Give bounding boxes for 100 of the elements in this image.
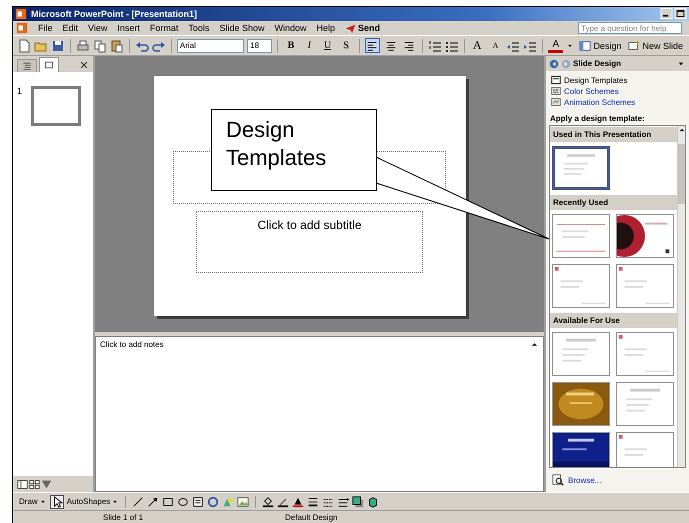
notes-pane[interactable]: Click to add notes xyxy=(95,336,544,492)
clip-art-icon[interactable] xyxy=(222,496,234,508)
menu-item[interactable]: Slide Show xyxy=(219,23,264,33)
template-thumbnail[interactable] xyxy=(552,332,610,376)
autoshapes-menu-button[interactable]: AutoShapes xyxy=(66,496,120,506)
new-file-icon[interactable] xyxy=(17,38,31,52)
align-right-icon xyxy=(402,40,415,52)
callout-label: Design Templates xyxy=(211,109,377,191)
section-label: Apply a design template: xyxy=(549,113,646,125)
align-left-button[interactable] xyxy=(364,38,380,53)
subtitle-prompt: Click to add subtitle xyxy=(257,218,362,234)
fill-color-icon[interactable] xyxy=(262,496,274,508)
printer-icon[interactable] xyxy=(76,38,90,52)
bold-button[interactable]: B xyxy=(283,38,299,53)
menu-item[interactable]: Tools xyxy=(188,23,210,33)
picture-icon[interactable] xyxy=(237,496,250,508)
design-icon xyxy=(579,40,592,52)
gallery-section-header: Recently Used xyxy=(550,194,677,210)
numbering-icon[interactable] xyxy=(428,38,442,52)
gallery-section-header: Used in This Presentation xyxy=(550,126,677,142)
window-title: Microsoft PowerPoint - [Presentation1] xyxy=(31,9,198,19)
menu-item[interactable]: File xyxy=(38,23,53,33)
minimize-icon[interactable] xyxy=(660,8,673,20)
template-thumbnail[interactable] xyxy=(552,264,610,308)
template-thumbnail[interactable] xyxy=(552,432,610,467)
oval-icon[interactable] xyxy=(177,496,190,508)
slide-thumbnail[interactable] xyxy=(31,86,81,126)
draw-menu-button[interactable]: Draw xyxy=(19,496,47,506)
slide-icon xyxy=(44,60,54,70)
notes-prompt: Click to add notes xyxy=(100,340,165,349)
underline-button[interactable]: U xyxy=(320,38,336,53)
arrow-icon[interactable] xyxy=(147,496,160,508)
browse-icon xyxy=(552,474,564,486)
color-scheme-icon xyxy=(551,86,561,96)
gallery-section-header: Available For Use xyxy=(550,312,677,328)
menu-item[interactable]: Window xyxy=(274,23,306,33)
subtitle-placeholder[interactable]: Click to add subtitle xyxy=(196,211,423,273)
outline-tab[interactable] xyxy=(17,59,37,72)
line-color-icon[interactable] xyxy=(277,496,290,508)
text-box-icon[interactable] xyxy=(192,496,204,508)
paste-icon[interactable] xyxy=(110,38,124,52)
status-slide-count: Slide 1 of 1 xyxy=(102,512,144,522)
select-objects-button[interactable] xyxy=(50,494,64,508)
menu-item[interactable]: Help xyxy=(316,23,335,33)
line-style-icon[interactable] xyxy=(307,496,320,508)
normal-view-icon[interactable] xyxy=(17,478,28,490)
template-thumbnail[interactable] xyxy=(616,432,674,467)
template-thumbnail[interactable] xyxy=(616,264,674,308)
send-button[interactable]: Send xyxy=(345,22,380,34)
menu-item[interactable]: Format xyxy=(150,23,178,33)
font-color-button[interactable]: A xyxy=(548,38,564,53)
task-pane-link[interactable]: Animation Schemes xyxy=(551,97,684,107)
outline-icon xyxy=(22,61,32,71)
rectangle-icon[interactable] xyxy=(162,496,174,508)
task-pane-link[interactable]: Design Templates xyxy=(551,75,684,85)
design-button[interactable]: Design xyxy=(577,38,624,53)
save-icon[interactable] xyxy=(51,38,65,52)
menu-item[interactable]: Edit xyxy=(62,23,78,33)
template-thumbnail[interactable] xyxy=(552,382,610,426)
template-thumbnail[interactable] xyxy=(616,332,674,376)
status-design-name: Default Design xyxy=(284,512,338,522)
font-field[interactable]: Arial xyxy=(176,38,244,52)
slideshow-icon[interactable] xyxy=(41,478,52,490)
back-icon[interactable] xyxy=(549,58,559,68)
shadow-icon[interactable] xyxy=(352,496,364,508)
close-icon[interactable] xyxy=(79,60,89,70)
slides-tab[interactable] xyxy=(39,57,59,72)
template-thumbnail[interactable] xyxy=(552,146,610,190)
font-shrink-button[interactable]: A xyxy=(488,38,504,53)
help-search-field[interactable]: Type a question for help xyxy=(578,22,682,34)
copy-icon[interactable] xyxy=(92,38,107,52)
animation-icon xyxy=(551,97,561,107)
template-thumbnail[interactable] xyxy=(616,382,674,426)
font-grow-button[interactable]: A xyxy=(470,38,485,53)
menu-item[interactable]: View xyxy=(88,23,108,33)
scrollbar[interactable] xyxy=(677,126,685,467)
app-icon xyxy=(15,8,27,20)
diagram-icon[interactable] xyxy=(207,496,220,508)
font-size-field[interactable]: 18 xyxy=(247,38,272,52)
task-pane-link[interactable]: Color Schemes xyxy=(551,86,684,96)
align-center-icon xyxy=(384,40,397,52)
app-icon[interactable] xyxy=(16,22,28,34)
template-thumbnail[interactable] xyxy=(552,214,610,258)
shadow-button[interactable]: S xyxy=(338,38,354,53)
slide-number: 1 xyxy=(17,86,24,96)
browse-link[interactable]: Browse... xyxy=(546,468,689,492)
template-icon xyxy=(551,75,561,85)
sorter-view-icon[interactable] xyxy=(29,478,40,490)
italic-button[interactable]: I xyxy=(302,38,317,53)
maximize-icon[interactable] xyxy=(674,8,687,20)
scroll-thumb[interactable] xyxy=(678,144,685,204)
new-slide-icon xyxy=(628,40,640,52)
arrow-style-icon[interactable] xyxy=(337,496,350,508)
font-color-icon[interactable] xyxy=(292,496,304,508)
new-slide-button[interactable]: New Slide xyxy=(626,38,685,53)
align-left-icon xyxy=(366,40,378,52)
menu-item[interactable]: Insert xyxy=(117,23,140,33)
3d-icon[interactable] xyxy=(367,496,380,508)
line-icon[interactable] xyxy=(132,496,144,508)
template-thumbnail[interactable] xyxy=(616,214,674,258)
